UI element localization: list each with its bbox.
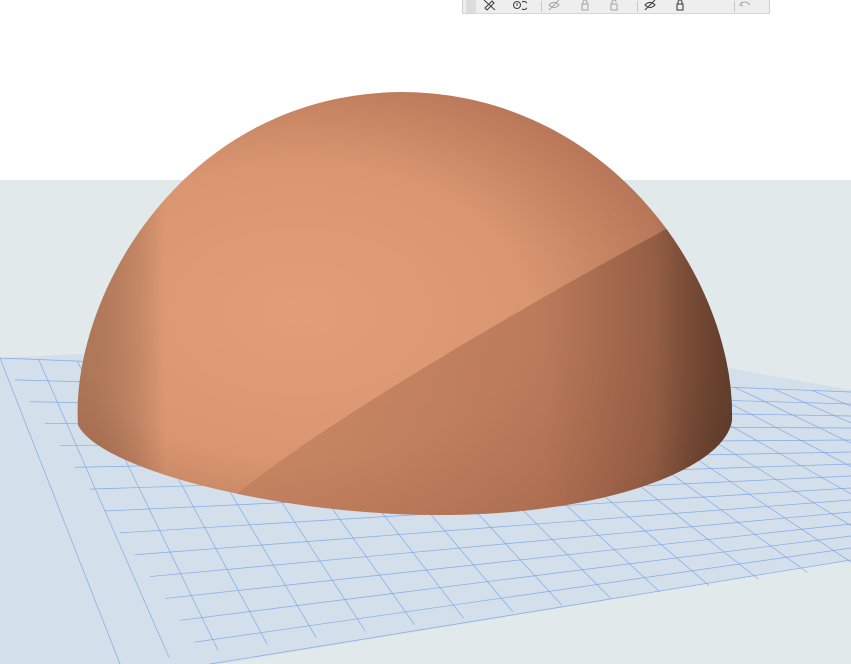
rotate-button[interactable]: [506, 0, 532, 13]
lock-icon: [581, 0, 589, 11]
lock-icon: [676, 0, 684, 11]
hide-button[interactable]: [541, 0, 567, 13]
eye-slash-icon: [548, 0, 560, 11]
pencil-slash-icon: [483, 0, 496, 11]
undo-icon: [739, 1, 751, 7]
lock-button[interactable]: [572, 0, 598, 13]
eye-slash-icon: [644, 0, 656, 11]
lock-all-button[interactable]: [667, 0, 693, 13]
toolbar-grip[interactable]: [466, 0, 476, 13]
edit-visibility-button[interactable]: [476, 0, 502, 13]
rotate-icon: [512, 0, 527, 11]
unlock-icon: [610, 0, 618, 11]
view-toolbar: [462, 0, 770, 14]
undo-button[interactable]: [732, 0, 758, 13]
hide-all-button[interactable]: [637, 0, 663, 13]
3d-viewport[interactable]: [0, 0, 851, 664]
unlock-button[interactable]: [601, 0, 627, 13]
